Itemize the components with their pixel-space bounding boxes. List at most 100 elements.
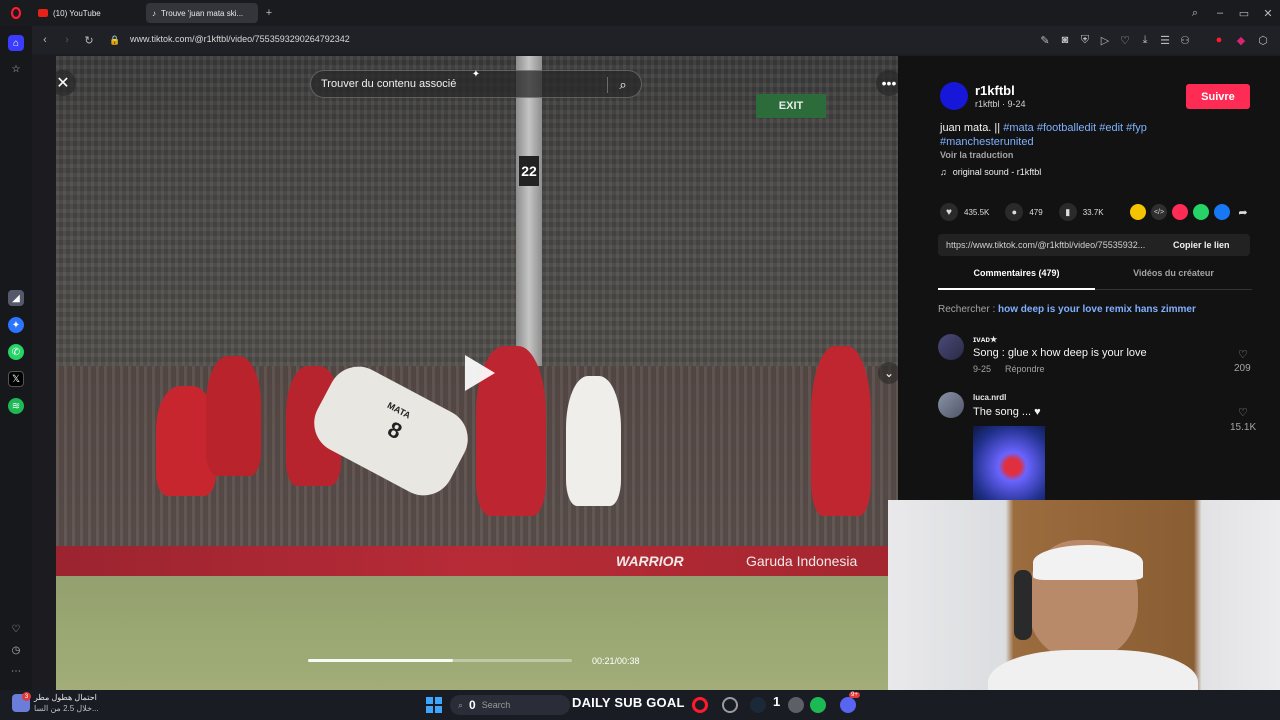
- url-field[interactable]: www.tiktok.com/@r1kftbl/video/7553593290…: [130, 34, 350, 44]
- opera-logo-icon[interactable]: [8, 5, 24, 21]
- search-tabs-icon[interactable]: ⌕: [1188, 6, 1202, 20]
- weather-line1[interactable]: احتمال هطول مطر: [34, 693, 97, 702]
- discord-icon[interactable]: [840, 697, 856, 713]
- spotify-icon[interactable]: ≋: [8, 398, 24, 414]
- share-arrow-icon[interactable]: ➦: [1235, 204, 1251, 220]
- tab-creator-videos[interactable]: Vidéos du créateur: [1095, 268, 1252, 290]
- comment-like-heart-icon[interactable]: ♡: [1238, 348, 1248, 361]
- heart-sidebar-icon[interactable]: ♡: [8, 621, 24, 637]
- more-options-icon[interactable]: •••: [876, 70, 898, 96]
- save-count: 33.7K: [1082, 207, 1104, 217]
- history-icon[interactable]: ◷: [8, 642, 24, 658]
- aria-icon[interactable]: ◢: [8, 290, 24, 306]
- menu-icon[interactable]: ☰: [1158, 33, 1172, 47]
- author-name[interactable]: r1kftbl: [975, 83, 1015, 98]
- sub-goal-count: 1: [773, 694, 781, 709]
- comment-image[interactable]: [973, 426, 1045, 500]
- comment-user[interactable]: ɪᴠᴀᴅ★: [973, 335, 997, 344]
- heart-icon[interactable]: ♡: [1118, 33, 1132, 47]
- headset-icon: [1014, 570, 1032, 640]
- extension-icon[interactable]: ◆: [1234, 33, 1248, 47]
- camera-icon[interactable]: ◙: [1058, 33, 1072, 47]
- windows-start-icon[interactable]: [426, 697, 442, 713]
- app-taskbar-icon[interactable]: [722, 697, 738, 713]
- forward-icon[interactable]: ›: [60, 33, 74, 47]
- caption-text: juan mata. ||: [940, 122, 1001, 134]
- opera-taskbar-icon[interactable]: [692, 697, 708, 713]
- edit-icon[interactable]: ✎: [1038, 33, 1052, 47]
- play-button-icon[interactable]: [456, 350, 502, 396]
- star-icon[interactable]: ☆: [8, 61, 24, 77]
- tab-comments[interactable]: Commentaires (479): [938, 268, 1095, 290]
- translate-link[interactable]: Voir la traduction: [940, 150, 1013, 160]
- related-search-input[interactable]: Trouver du contenu associé ✦ ⌕: [310, 69, 642, 98]
- video-link[interactable]: https://www.tiktok.com/@r1kftbl/video/75…: [938, 240, 1173, 250]
- caption-hashtag-manutd[interactable]: #manchesterunited: [940, 136, 1034, 148]
- avatar[interactable]: [938, 334, 964, 360]
- related-search-placeholder: Trouver du contenu associé: [321, 78, 457, 90]
- comment-text: The song ... ♥: [973, 406, 1041, 418]
- lock-icon[interactable]: 🔒: [108, 33, 122, 47]
- copy-link-button[interactable]: Copier le lien: [1173, 240, 1230, 250]
- maximize-icon[interactable]: ▭: [1237, 6, 1251, 20]
- new-tab-plus-icon[interactable]: +: [262, 6, 276, 20]
- spotify-taskbar-icon[interactable]: [810, 697, 826, 713]
- related-search-query[interactable]: how deep is your love remix hans zimmer: [998, 304, 1196, 315]
- reply-button[interactable]: Répondre: [1005, 364, 1045, 374]
- reload-icon[interactable]: ↻: [82, 33, 96, 47]
- whatsapp-icon[interactable]: ✆: [8, 344, 24, 360]
- avatar[interactable]: [938, 392, 964, 418]
- comment-count: 479: [1029, 207, 1043, 217]
- related-search-row[interactable]: Rechercher : how deep is your love remix…: [938, 304, 1196, 315]
- comment-user[interactable]: luca.nrdl: [973, 393, 1006, 402]
- like-count: 435.5K: [964, 207, 990, 217]
- more-sidebar-icon[interactable]: ⋯: [8, 663, 24, 679]
- send-icon[interactable]: [1172, 204, 1188, 220]
- bookmark-icon[interactable]: ▮: [1058, 203, 1077, 221]
- search-icon[interactable]: ⌕: [615, 77, 631, 93]
- sound-name: original sound - r1kftbl: [952, 167, 1042, 177]
- video-player[interactable]: 22 EXIT WARRIOR Garuda Indonesia 8 MATA …: [56, 56, 898, 690]
- board-right-text: Garuda Indonesia: [746, 553, 858, 569]
- embed-code-icon[interactable]: </>: [1151, 204, 1167, 220]
- tab-tiktok[interactable]: ♪ Trouve 'juan mata ski...: [146, 3, 258, 23]
- comment-bubble-icon[interactable]: ●: [1005, 203, 1024, 221]
- opera-red-icon[interactable]: ●: [1212, 33, 1226, 47]
- video-frame-pitch: [56, 576, 898, 690]
- download-icon[interactable]: ⤓: [1138, 33, 1152, 47]
- coin-icon[interactable]: [1130, 204, 1146, 220]
- exit-sign: EXIT: [756, 94, 826, 118]
- comment-like-count: 15.1K: [1230, 422, 1257, 433]
- caption-hashtags[interactable]: #mata #footballedit #edit #fyp: [1003, 122, 1147, 134]
- home-icon[interactable]: ⌂: [8, 35, 24, 51]
- puzzle-icon[interactable]: ⬡: [1256, 33, 1270, 47]
- browser-tab-bar: (10) YouTube ♪ Trouve 'juan mata ski... …: [0, 0, 1280, 26]
- streamer-cap: [1033, 545, 1143, 580]
- app2-taskbar-icon[interactable]: [788, 697, 804, 713]
- search-divider: [607, 77, 608, 93]
- minimize-icon[interactable]: –: [1213, 6, 1227, 20]
- sound-row[interactable]: ♫ original sound - r1kftbl: [940, 167, 1041, 177]
- author-avatar[interactable]: [940, 82, 968, 110]
- follow-button[interactable]: Suivre: [1186, 84, 1250, 109]
- facebook-share-icon[interactable]: [1214, 204, 1230, 220]
- next-video-chevron-icon[interactable]: ⌄: [878, 362, 898, 384]
- play-icon[interactable]: ▷: [1098, 33, 1112, 47]
- youtube-icon: [38, 9, 48, 17]
- shield-icon[interactable]: ⛨: [1078, 33, 1092, 47]
- whatsapp-share-icon[interactable]: [1193, 204, 1209, 220]
- progress-fill: [308, 659, 454, 662]
- x-twitter-icon[interactable]: 𝕏: [8, 371, 24, 387]
- progress-track[interactable]: [308, 659, 572, 662]
- video-frame-board: WARRIOR Garuda Indonesia: [56, 546, 898, 576]
- messenger-icon[interactable]: ✦: [8, 317, 24, 333]
- comment-like-heart-icon[interactable]: ♡: [1238, 406, 1248, 419]
- like-heart-icon[interactable]: ♥: [940, 203, 958, 221]
- taskbar-search[interactable]: ⌕ 0 Search: [450, 695, 570, 715]
- close-window-icon[interactable]: ✕: [1261, 6, 1275, 20]
- profile-icon[interactable]: ⚇: [1178, 33, 1192, 47]
- steam-icon[interactable]: [750, 697, 766, 713]
- player-red: [206, 356, 261, 476]
- back-icon[interactable]: ‹: [38, 33, 52, 47]
- tab-youtube[interactable]: (10) YouTube: [32, 3, 142, 23]
